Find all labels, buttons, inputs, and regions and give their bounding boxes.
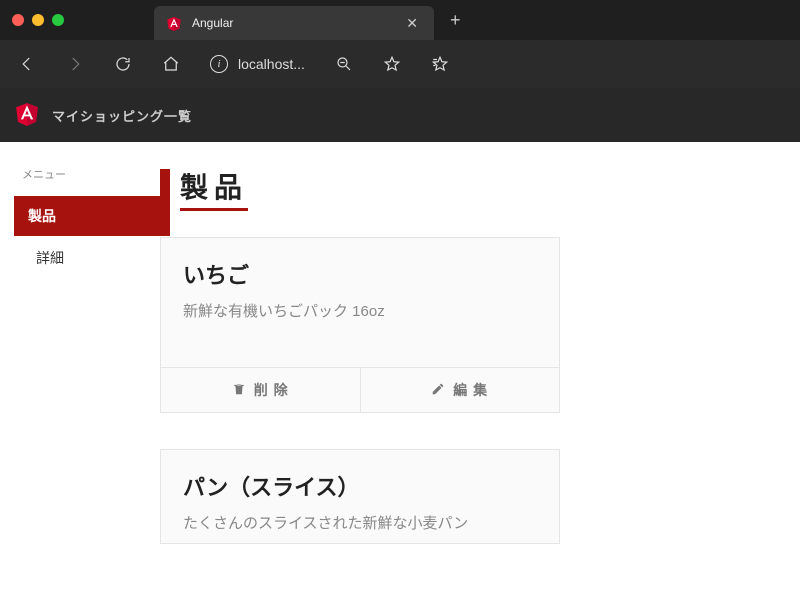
sidebar-item-label: 詳細 bbox=[36, 250, 64, 266]
trash-icon bbox=[232, 382, 246, 399]
edit-icon bbox=[431, 382, 445, 399]
window-controls bbox=[8, 14, 64, 26]
zoom-out-button[interactable] bbox=[327, 47, 361, 81]
app-title: マイショッピング一覧 bbox=[52, 106, 192, 125]
heading-text: 製品 bbox=[180, 166, 248, 211]
window-close-button[interactable] bbox=[12, 14, 24, 26]
heading-accent-bar bbox=[160, 169, 170, 209]
back-button[interactable] bbox=[10, 47, 44, 81]
angular-logo-icon bbox=[14, 100, 40, 131]
sidebar-item-products[interactable]: 製品 bbox=[14, 196, 170, 236]
delete-button[interactable]: 削 除 bbox=[161, 368, 361, 412]
page-body: メニュー 製品 詳細 製品 いちご 新鮮な有機いちごパック 16oz 削 bbox=[0, 142, 800, 580]
url-bar[interactable]: i localhost... bbox=[202, 55, 313, 73]
browser-tab[interactable]: Angular ✕ bbox=[154, 6, 434, 40]
sidebar: メニュー 製品 詳細 bbox=[0, 166, 160, 580]
menu-label: メニュー bbox=[22, 166, 148, 182]
product-description: たくさんのスライスされた新鮮な小麦パン bbox=[183, 512, 537, 533]
edit-label: 編 集 bbox=[453, 380, 488, 400]
delete-label: 削 除 bbox=[254, 380, 289, 400]
browser-chrome: Angular ✕ + i localhost... bbox=[0, 0, 800, 142]
main-content: 製品 いちご 新鮮な有機いちごパック 16oz 削 除 編 bbox=[160, 166, 800, 580]
window-maximize-button[interactable] bbox=[52, 14, 64, 26]
page-heading: 製品 bbox=[160, 166, 776, 211]
tab-title: Angular bbox=[192, 16, 392, 30]
refresh-button[interactable] bbox=[106, 47, 140, 81]
favorite-star-button[interactable] bbox=[375, 47, 409, 81]
edit-button[interactable]: 編 集 bbox=[361, 368, 560, 412]
titlebar: Angular ✕ + bbox=[0, 0, 800, 40]
url-text: localhost... bbox=[238, 56, 305, 72]
product-name: いちご bbox=[183, 258, 537, 290]
card-body: いちご 新鮮な有機いちごパック 16oz bbox=[161, 238, 559, 367]
product-name: パン（スライス） bbox=[183, 470, 537, 502]
product-card: いちご 新鮮な有機いちごパック 16oz 削 除 編 集 bbox=[160, 237, 560, 413]
product-card: パン（スライス） たくさんのスライスされた新鮮な小麦パン bbox=[160, 449, 560, 544]
site-info-icon[interactable]: i bbox=[210, 55, 228, 73]
product-description: 新鮮な有機いちごパック 16oz bbox=[183, 300, 537, 321]
new-tab-button[interactable]: + bbox=[450, 10, 461, 31]
favorites-list-button[interactable] bbox=[423, 47, 457, 81]
sidebar-item-details[interactable]: 詳細 bbox=[22, 238, 148, 278]
card-actions: 削 除 編 集 bbox=[161, 367, 559, 412]
forward-button[interactable] bbox=[58, 47, 92, 81]
home-button[interactable] bbox=[154, 47, 188, 81]
window-minimize-button[interactable] bbox=[32, 14, 44, 26]
app-header: マイショッピング一覧 bbox=[0, 88, 800, 142]
sidebar-item-label: 製品 bbox=[28, 208, 56, 224]
tab-close-icon[interactable]: ✕ bbox=[402, 15, 422, 32]
angular-favicon bbox=[166, 15, 182, 31]
browser-toolbar: i localhost... bbox=[0, 40, 800, 88]
card-body: パン（スライス） たくさんのスライスされた新鮮な小麦パン bbox=[161, 450, 559, 543]
